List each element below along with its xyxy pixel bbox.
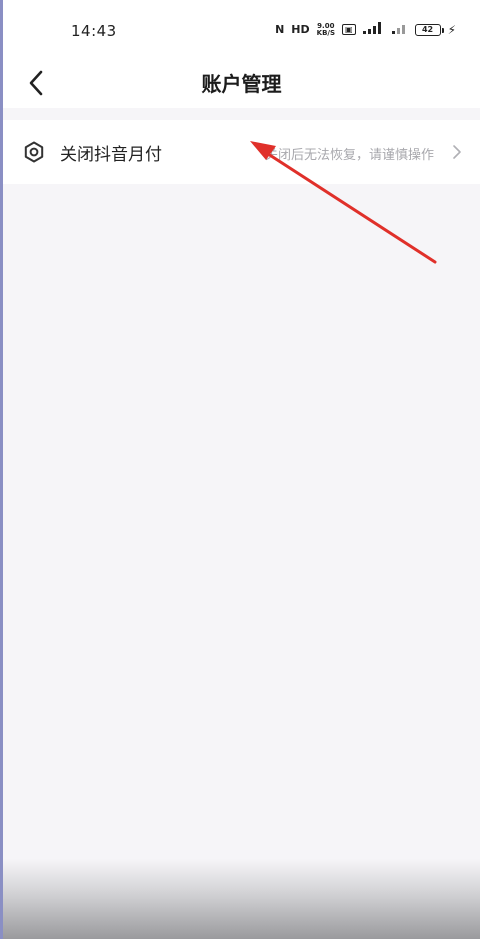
nav-bar: 账户管理 [3, 62, 480, 108]
wifi-signal-icon [391, 22, 408, 37]
battery-icon: 42 [414, 23, 444, 36]
nfc-icon: N [275, 23, 285, 36]
sim-icon: ▣ [342, 24, 356, 35]
close-monthly-pay-row[interactable]: 关闭抖音月付 关闭后无法恢复，请谨慎操作 [3, 120, 480, 184]
settings-hexagon-icon [24, 141, 44, 163]
status-time: 14:43 [71, 22, 117, 40]
bottom-shade [3, 859, 480, 939]
chevron-right-icon [453, 145, 461, 159]
row-description: 关闭后无法恢复，请谨慎操作 [264, 148, 434, 163]
hd-icon: HD [291, 23, 310, 36]
row-label: 关闭抖音月付 [60, 145, 162, 165]
speed-icon: 9.00 KB/S [316, 21, 335, 37]
charging-icon: ⚡ [447, 22, 456, 37]
status-bar: 14:43 N HD 9.00 KB/S ▣ 42 ⚡ [3, 0, 480, 62]
page-title: 账户管理 [201, 72, 282, 96]
status-icons: N HD 9.00 KB/S ▣ 42 ⚡ [275, 22, 456, 37]
signal-icon [362, 22, 385, 37]
